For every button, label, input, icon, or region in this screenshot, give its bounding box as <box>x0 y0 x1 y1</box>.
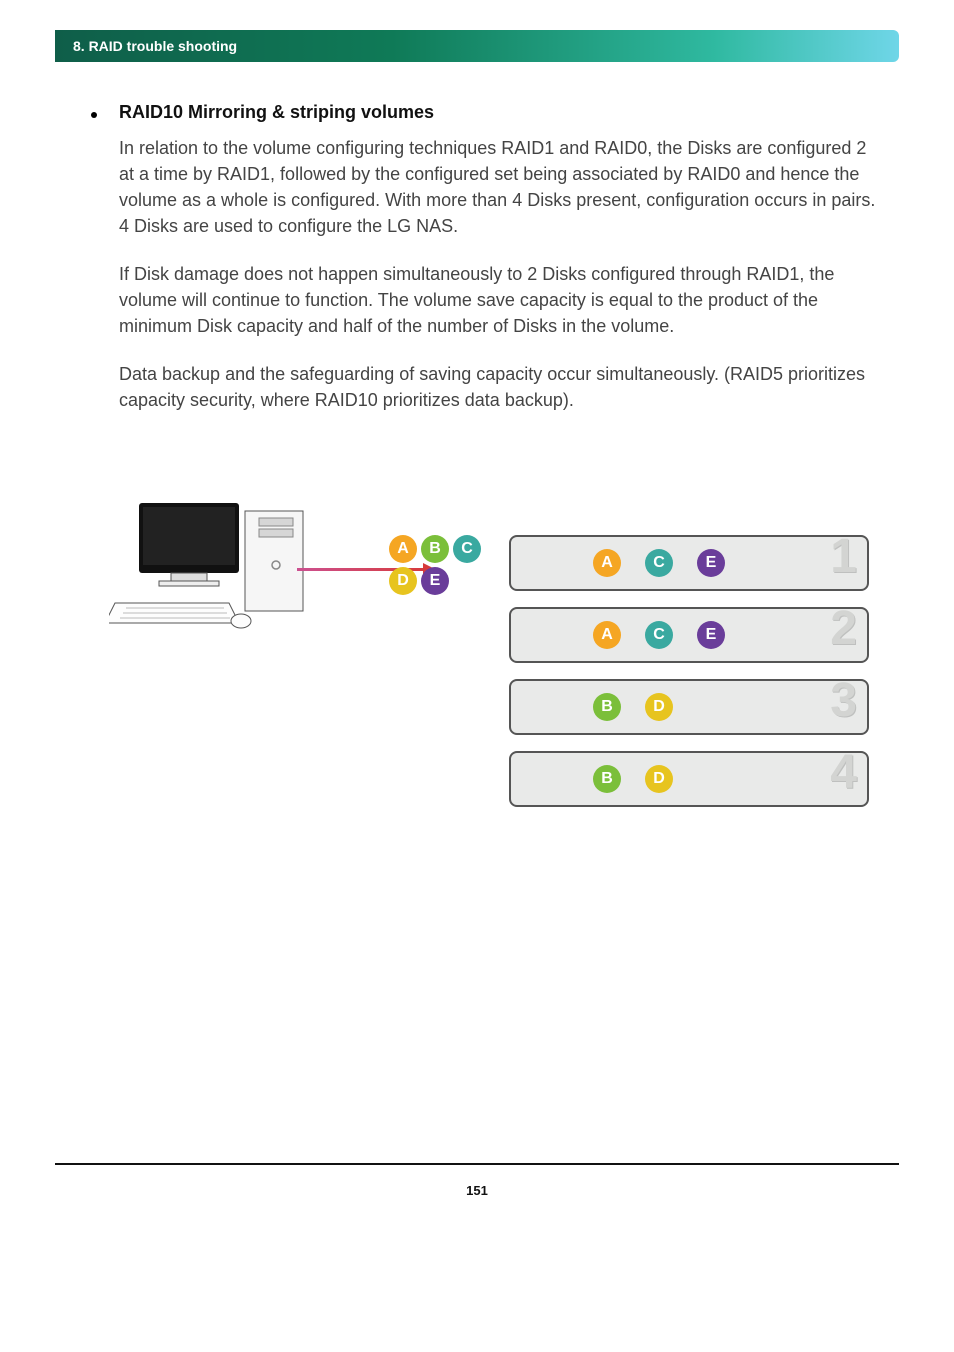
bullet-icon <box>91 112 97 118</box>
disk-number: 4 <box>830 749 857 797</box>
data-block: B <box>593 693 621 721</box>
data-block: D <box>645 765 673 793</box>
data-block: B <box>593 765 621 793</box>
disk-number: 1 <box>830 533 857 581</box>
paragraph: Data backup and the safeguarding of savi… <box>119 361 879 413</box>
data-block: A <box>389 535 417 563</box>
data-block: E <box>697 549 725 577</box>
disk-number: 3 <box>830 677 857 725</box>
paragraph: In relation to the volume configuring te… <box>119 135 879 239</box>
disk-1: A C E 1 <box>509 535 869 591</box>
data-block: C <box>645 621 673 649</box>
computer-icon <box>109 493 319 648</box>
chapter-title: 8. RAID trouble shooting <box>73 38 237 54</box>
chapter-header: 8. RAID trouble shooting <box>55 30 899 62</box>
data-block: E <box>697 621 725 649</box>
data-block: E <box>421 567 449 595</box>
disk-2: A C E 2 <box>509 607 869 663</box>
disk-stack: A C E 1 A C E 2 B D 3 B D <box>509 535 869 807</box>
data-block: D <box>645 693 673 721</box>
data-block: C <box>645 549 673 577</box>
disk-4: B D 4 <box>509 751 869 807</box>
disk-3: B D 3 <box>509 679 869 735</box>
content-area: RAID10 Mirroring & striping volumes In r… <box>55 102 899 843</box>
source-data-letters: ABC DE <box>387 533 507 597</box>
source-row: DE <box>387 565 507 597</box>
page-footer: 151 <box>55 1163 899 1198</box>
section-heading: RAID10 Mirroring & striping volumes <box>119 102 434 123</box>
document-page: 8. RAID trouble shooting RAID10 Mirrorin… <box>0 30 954 1238</box>
data-block: A <box>593 621 621 649</box>
source-row: ABC <box>387 533 507 565</box>
data-block: A <box>593 549 621 577</box>
disk-number: 2 <box>830 605 857 653</box>
raid10-diagram: ABC DE A C E 1 A C E 2 <box>91 503 879 843</box>
data-block: C <box>453 535 481 563</box>
data-block: B <box>421 535 449 563</box>
paragraph: If Disk damage does not happen simultane… <box>119 261 879 339</box>
section-heading-row: RAID10 Mirroring & striping volumes <box>91 102 879 123</box>
page-number: 151 <box>466 1183 488 1198</box>
data-block: D <box>389 567 417 595</box>
